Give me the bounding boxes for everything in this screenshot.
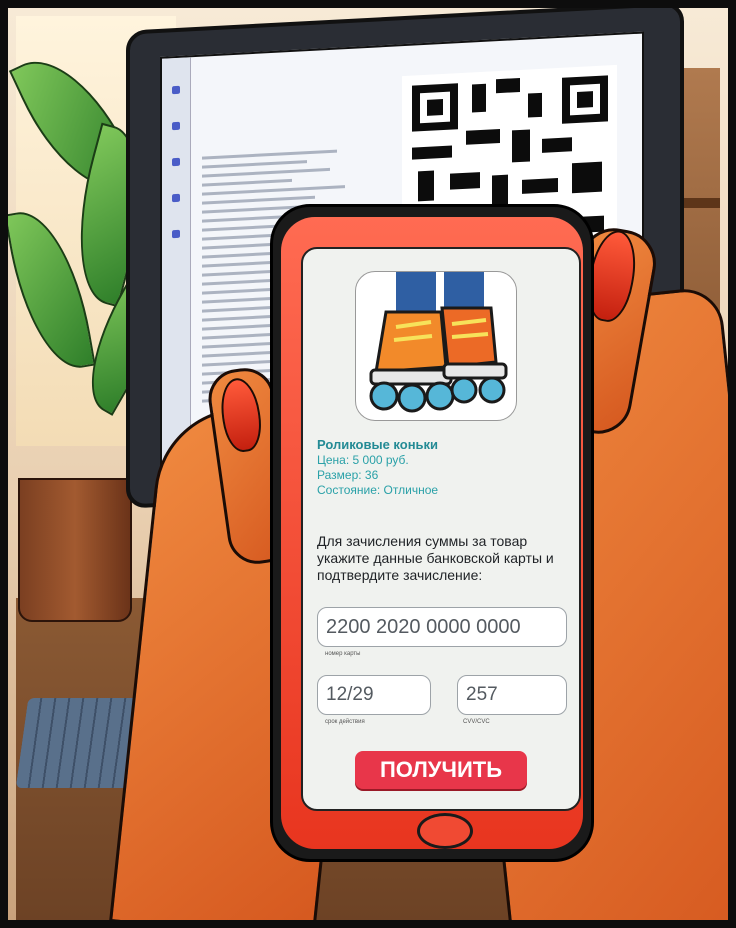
- product-price: Цена: 5 000 руб.: [317, 453, 409, 467]
- expiry-label: срок действия: [325, 719, 365, 725]
- toolbar-icon: [172, 157, 180, 167]
- document-sidebar: [162, 57, 191, 479]
- product-name: Роликовые коньки: [317, 437, 439, 452]
- expiry-field[interactable]: [317, 675, 431, 715]
- receive-button[interactable]: ПОЛУЧИТЬ: [355, 751, 527, 789]
- comic-frame: Роликовые коньки Цена: 5 000 руб. Размер…: [0, 0, 736, 928]
- toolbar-icon: [172, 229, 180, 239]
- cvv-field[interactable]: [457, 675, 567, 715]
- product-size: Размер: 36: [317, 468, 379, 482]
- phone-screen: Роликовые коньки Цена: 5 000 руб. Размер…: [301, 247, 581, 811]
- product-image: [355, 271, 517, 421]
- smartphone: Роликовые коньки Цена: 5 000 руб. Размер…: [270, 204, 594, 862]
- phone-case: Роликовые коньки Цена: 5 000 руб. Размер…: [281, 217, 583, 849]
- plant-pot: [18, 478, 132, 622]
- toolbar-icon: [172, 121, 180, 131]
- toolbar-icon: [172, 85, 180, 95]
- payment-instructions: Для зачисления суммы за товар укажите да…: [317, 533, 554, 583]
- card-number-field[interactable]: [317, 607, 567, 647]
- product-condition: Состояние: Отличное: [317, 483, 439, 497]
- roller-skates-icon: [369, 272, 508, 413]
- home-button[interactable]: [417, 813, 473, 849]
- cvv-label: CVV/CVC: [463, 719, 490, 725]
- toolbar-icon: [172, 193, 180, 203]
- card-number-label: номер карты: [325, 651, 361, 657]
